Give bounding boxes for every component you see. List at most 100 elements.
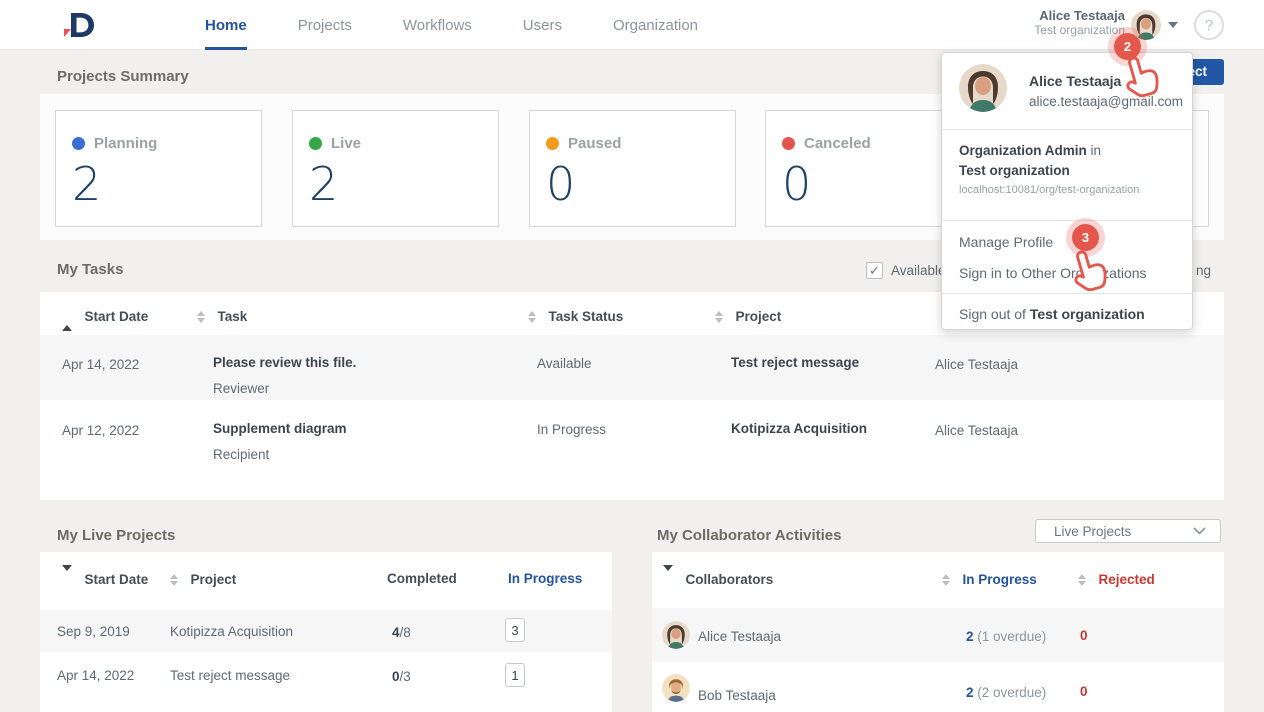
column-label: Collaborators [685,572,773,587]
col-collaborators[interactable]: Collaborators [663,571,773,589]
task-title: Supplement diagram [213,421,347,436]
task-role: Reviewer [213,381,269,396]
available-filter-checkbox[interactable]: ✓ [866,262,883,279]
column-label: Task Status [548,309,623,324]
collaborator-name: Alice Testaaja [698,629,781,644]
project-name: Test reject message [170,668,290,683]
column-label: Project [735,309,781,324]
card-value: 2 [72,157,102,211]
col-start-date[interactable]: Start Date [62,308,148,326]
task-status: Available [537,356,592,371]
task-assignee: Alice Testaaja [935,357,1018,372]
nav-item-organization[interactable]: Organization [613,0,698,50]
task-row[interactable]: Apr 12, 2022 Supplement diagram Recipien… [40,400,1224,466]
col-task-status[interactable]: Task Status [528,308,623,326]
top-nav: Home Projects Workflows Users Organizati… [0,0,1264,50]
avatar-bob-icon [662,674,690,702]
col-completed[interactable]: Completed [387,571,457,586]
collaborator-name: Bob Testaaja [698,688,776,703]
available-filter-label: Available [891,263,946,278]
sign-out-prefix: Sign out of [959,306,1030,322]
nav-item-users[interactable]: Users [523,0,562,50]
dropdown-role-suffix: in [1087,143,1101,158]
live-project-row[interactable]: Apr 14, 2022 Test reject message 0/3 1 [40,652,612,698]
nav-item-projects[interactable]: Projects [298,0,352,50]
sort-asc-icon [62,308,72,331]
task-assignee: Alice Testaaja [935,423,1018,438]
select-value: Live Projects [1054,524,1131,539]
in-progress-count: 2 [966,629,974,644]
rejected-count: 0 [1080,684,1088,699]
project-date: Apr 14, 2022 [57,668,134,683]
project-date: Sep 9, 2019 [57,624,130,639]
my-collaborator-activities-panel: Collaborators In Progress Rejected [652,552,1224,712]
chevron-down-icon [1193,527,1206,535]
summary-card-live[interactable]: Live 2 [292,110,499,227]
col-start-date[interactable]: Start Date [62,571,148,589]
my-tasks-title: My Tasks [57,261,123,278]
user-menu-trigger[interactable]: Alice Testaaja Test organization [975,8,1125,37]
col-task[interactable]: Task [197,308,247,326]
summary-card-paused[interactable]: Paused 0 [529,110,736,227]
manage-profile-item[interactable]: Manage Profile [959,234,1053,250]
my-live-projects-panel: Start Date Project Completed In Progress… [40,552,612,712]
nav-item-workflows[interactable]: Workflows [403,0,472,50]
in-progress-count: 2 [966,685,974,700]
user-organization: Test organization [975,23,1125,37]
collaborator-avatar [662,674,690,702]
dashboard-page: Home Projects Workflows Users Organizati… [0,0,1264,712]
card-label: Paused [568,135,621,152]
col-rejected[interactable]: Rejected [1078,571,1155,589]
sign-out-item[interactable]: Sign out of Test organization [959,306,1145,322]
summary-card-planning[interactable]: Planning 2 [55,110,262,227]
dropdown-user-name: Alice Testaaja [1029,73,1121,89]
project-name: Kotipizza Acquisition [170,624,293,639]
collaborator-avatar [662,621,690,649]
card-value: 0 [546,157,576,211]
nav-item-home[interactable]: Home [205,0,247,50]
col-project[interactable]: Project [715,308,781,326]
help-icon[interactable]: ? [1194,10,1224,40]
collaborator-row[interactable]: Alice Testaaja 2 (1 overdue) 0 [652,608,1224,662]
sort-icon [942,574,950,586]
collaborator-row[interactable]: Bob Testaaja 2 (2 overdue) 0 [652,662,1224,712]
sign-in-other-orgs-item[interactable]: Sign in to Other Organizations [959,265,1147,281]
column-label: Task [217,309,247,324]
sort-icon [170,574,178,586]
col-in-progress[interactable]: In Progress [942,571,1037,589]
nav-menu: Home Projects Workflows Users Organizati… [205,0,698,50]
in-progress-count-box[interactable]: 1 [505,663,525,687]
partial-filter-label: ng [1196,263,1211,278]
task-date: Apr 12, 2022 [62,423,139,438]
task-status: In Progress [537,422,606,437]
task-row[interactable]: Apr 14, 2022 Please review this file. Re… [40,335,1224,400]
card-value: 2 [309,157,339,211]
column-label: Start Date [84,309,148,324]
live-project-row[interactable]: Sep 9, 2019 Kotipizza Acquisition 4/8 3 [40,610,612,652]
projects-summary-title: Projects Summary [57,68,189,85]
planning-status-dot-icon [72,137,85,150]
project-filter-select[interactable]: Live Projects [1035,519,1221,543]
avatar-alice-icon [662,621,690,649]
dropdown-org-url: localhost:10081/org/test-organization [959,184,1139,196]
task-role: Recipient [213,447,269,462]
column-label: Rejected [1098,572,1154,587]
dropdown-org-name: Test organization [959,163,1070,178]
my-collaborator-activities-title: My Collaborator Activities [657,527,841,544]
rejected-count: 0 [1080,628,1088,643]
sign-out-org: Test organization [1030,306,1145,322]
sort-icon [528,311,536,323]
chevron-down-icon[interactable] [1168,22,1178,28]
sort-desc-icon [62,565,72,588]
in-progress-count-box[interactable]: 3 [505,618,525,642]
app-logo-icon[interactable] [56,8,98,44]
col-project[interactable]: Project [170,571,236,589]
col-in-progress[interactable]: In Progress [508,571,582,586]
task-project: Test reject message [731,355,859,370]
dropdown-role: Organization Admin [959,143,1087,158]
overdue-note: (2 overdue) [974,685,1047,700]
sort-icon [715,311,723,323]
completed-count: 4 [392,625,400,640]
canceled-status-dot-icon [782,137,795,150]
live-status-dot-icon [309,137,322,150]
